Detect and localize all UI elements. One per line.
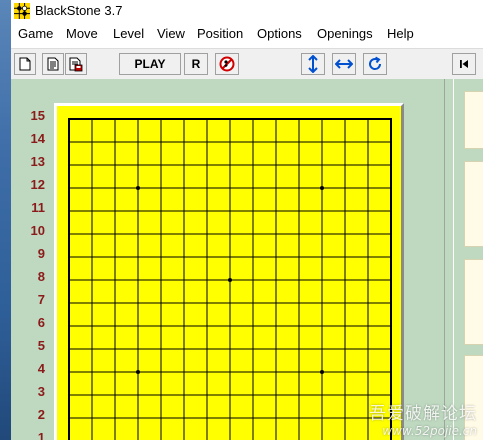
watermark-title: 吾爱破解论坛 bbox=[369, 404, 477, 424]
row-label: 3 bbox=[37, 384, 45, 399]
menu-view[interactable]: View bbox=[157, 26, 185, 41]
desktop-background bbox=[0, 0, 11, 440]
star-point bbox=[320, 370, 324, 374]
menu-move[interactable]: Move bbox=[66, 26, 98, 41]
row-label: 10 bbox=[30, 223, 45, 238]
horizontal-arrows-icon bbox=[335, 59, 353, 69]
star-point bbox=[320, 186, 324, 190]
save-game-button[interactable] bbox=[65, 53, 87, 75]
skip-to-start-icon bbox=[460, 60, 468, 68]
first-move-button[interactable] bbox=[452, 53, 476, 75]
toolbar: PLAY R bbox=[11, 48, 483, 80]
side-panel bbox=[453, 79, 483, 440]
row-label: 8 bbox=[37, 269, 45, 284]
flip-horizontal-button[interactable] bbox=[332, 53, 356, 75]
menu-options[interactable]: Options bbox=[257, 26, 302, 41]
app-icon bbox=[14, 3, 30, 19]
menu-bar: Game Move Level View Position Options Op… bbox=[11, 24, 483, 44]
row-label: 4 bbox=[37, 361, 45, 376]
menu-game[interactable]: Game bbox=[18, 26, 53, 41]
row-label: 1 bbox=[37, 430, 45, 440]
rotate-button[interactable] bbox=[363, 53, 387, 75]
save-document-icon bbox=[69, 57, 83, 71]
board-grid[interactable] bbox=[57, 106, 407, 440]
r-button[interactable]: R bbox=[184, 53, 208, 75]
menu-position[interactable]: Position bbox=[197, 26, 243, 41]
row-label: 13 bbox=[30, 154, 45, 169]
flip-vertical-button[interactable] bbox=[301, 53, 325, 75]
side-box bbox=[464, 161, 483, 247]
star-point bbox=[228, 278, 232, 282]
game-board[interactable] bbox=[54, 103, 404, 440]
no-entry-icon bbox=[219, 56, 235, 72]
open-document-icon bbox=[47, 57, 59, 71]
row-label: 7 bbox=[37, 292, 45, 307]
star-point bbox=[136, 370, 140, 374]
title-bar: BlackStone 3.7 bbox=[11, 0, 483, 22]
stop-button[interactable] bbox=[215, 53, 239, 75]
play-button[interactable]: PLAY bbox=[119, 53, 181, 75]
menu-openings[interactable]: Openings bbox=[317, 26, 373, 41]
side-box bbox=[464, 259, 483, 345]
open-game-button[interactable] bbox=[42, 53, 64, 75]
row-coordinates: 15 14 13 12 11 10 9 8 7 6 5 4 3 2 1 bbox=[11, 79, 51, 440]
rotate-icon bbox=[369, 56, 382, 70]
row-label: 2 bbox=[37, 407, 45, 422]
menu-level[interactable]: Level bbox=[113, 26, 144, 41]
row-label: 5 bbox=[37, 338, 45, 353]
watermark-url: www.52pojie.cn bbox=[382, 424, 477, 438]
vertical-arrows-icon bbox=[308, 55, 318, 73]
side-box bbox=[464, 91, 483, 149]
panel-divider bbox=[444, 79, 453, 440]
row-label: 15 bbox=[30, 108, 45, 123]
watermark: 吾爱破解论坛 www.52pojie.cn bbox=[369, 399, 477, 438]
main-area: 15 14 13 12 11 10 9 8 7 6 5 4 3 2 1 bbox=[11, 79, 483, 440]
new-game-button[interactable] bbox=[14, 53, 36, 75]
row-label: 9 bbox=[37, 246, 45, 261]
new-document-icon bbox=[19, 57, 31, 71]
window-title: BlackStone 3.7 bbox=[35, 3, 123, 18]
row-label: 6 bbox=[37, 315, 45, 330]
menu-help[interactable]: Help bbox=[387, 26, 414, 41]
app-window: BlackStone 3.7 Game Move Level View Posi… bbox=[11, 0, 483, 440]
row-label: 14 bbox=[30, 131, 45, 146]
star-point bbox=[136, 186, 140, 190]
row-label: 11 bbox=[31, 200, 45, 215]
row-label: 12 bbox=[30, 177, 45, 192]
